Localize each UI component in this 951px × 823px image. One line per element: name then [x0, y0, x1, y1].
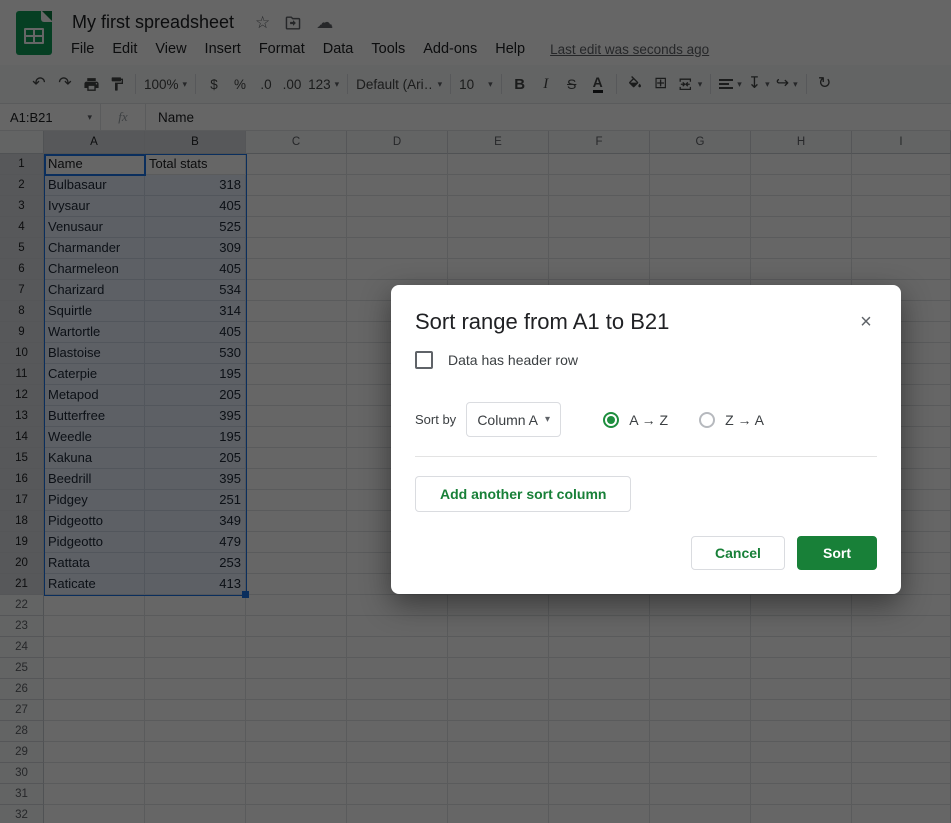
add-sort-column-button[interactable]: Add another sort column — [415, 476, 632, 512]
radio-selected-icon — [603, 411, 620, 428]
dialog-divider — [415, 456, 877, 457]
sort-by-label: Sort by — [415, 412, 457, 427]
header-row-checkbox-label: Data has header row — [448, 352, 578, 368]
header-row-checkbox[interactable] — [415, 351, 433, 369]
google-sheets-app: My first spreadsheet ☆ ☁ FileEditViewIns… — [0, 0, 951, 823]
close-icon[interactable]: × — [853, 309, 879, 335]
dialog-title: Sort range from A1 to B21 — [415, 309, 670, 334]
sort-descending-radio[interactable]: Z → A — [699, 411, 764, 428]
caret-down-icon: ▾ — [545, 414, 551, 425]
radio-unselected-icon — [699, 411, 716, 428]
cancel-button[interactable]: Cancel — [691, 536, 785, 570]
sort-ascending-radio[interactable]: A → Z — [603, 411, 668, 428]
sort-column-select[interactable]: Column A ▾ — [466, 402, 562, 437]
sort-button[interactable]: Sort — [797, 536, 877, 570]
sort-range-dialog: Sort range from A1 to B21 × Data has hea… — [391, 285, 901, 594]
